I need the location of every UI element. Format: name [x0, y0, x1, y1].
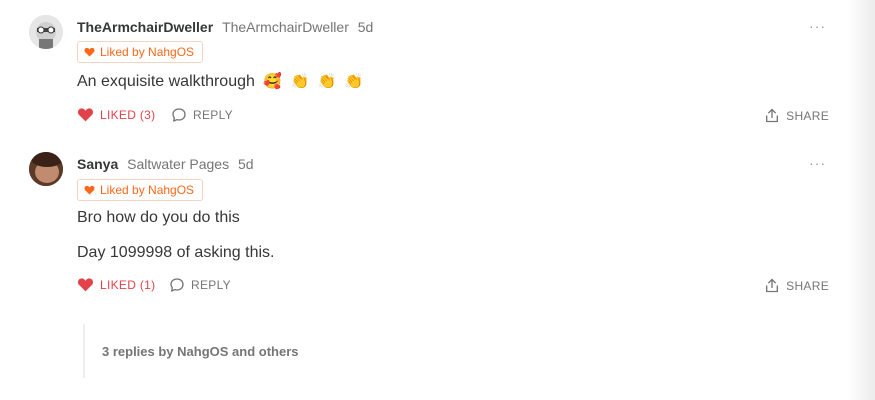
reply-label: REPLY	[193, 108, 233, 122]
page-edge-shadow	[847, 0, 875, 400]
like-button[interactable]: LIKED (3)	[77, 107, 155, 122]
liked-by-label: Liked by NahgOS	[100, 45, 195, 59]
heart-icon	[84, 185, 95, 195]
share-label: SHARE	[786, 278, 829, 293]
clapping-hands-emoji: 👏	[344, 73, 364, 90]
heart-icon	[77, 108, 94, 122]
reply-button[interactable]: REPLY	[171, 107, 233, 123]
share-icon	[766, 108, 779, 123]
comment-text-line: Day 1099998 of asking this.	[77, 244, 275, 261]
author-publication[interactable]: Saltwater Pages	[127, 156, 229, 172]
smiling-face-emoji: 🥰	[263, 73, 283, 90]
speech-bubble-icon	[172, 108, 186, 122]
replies-thread[interactable]: 3 replies by NahgOS and others	[83, 324, 485, 378]
avatar[interactable]	[29, 152, 63, 186]
heart-icon	[77, 278, 94, 292]
comment-actions: LIKED (3) REPLY SHARE	[77, 107, 829, 125]
comment-time[interactable]: 5d	[238, 156, 254, 172]
author-name[interactable]: Sanya	[77, 156, 118, 172]
more-options-icon[interactable]: ···	[809, 19, 827, 33]
replies-summary[interactable]: 3 replies by NahgOS and others	[102, 344, 299, 359]
liked-by-label: Liked by NahgOS	[100, 183, 195, 197]
like-button[interactable]: LIKED (1)	[77, 277, 155, 292]
share-button[interactable]: SHARE	[764, 107, 829, 124]
more-options-icon[interactable]: ···	[809, 156, 827, 170]
liked-by-badge: Liked by NahgOS	[77, 41, 204, 63]
heart-icon	[84, 47, 95, 57]
reply-button[interactable]: REPLY	[169, 277, 231, 293]
like-label: LIKED (3)	[100, 107, 156, 122]
comment-time[interactable]: 5d	[358, 19, 374, 35]
comment-text-line: Bro how do you do this	[77, 209, 240, 226]
share-icon	[766, 278, 779, 293]
comment-text-line: An exquisite walkthrough	[77, 73, 255, 90]
share-button[interactable]: SHARE	[764, 277, 829, 294]
clapping-hands-emoji: 👏	[290, 73, 310, 90]
speech-bubble-icon	[170, 278, 184, 292]
comment-actions: LIKED (1) REPLY SHARE	[77, 277, 829, 295]
author-publication[interactable]: TheArmchairDweller	[222, 19, 349, 35]
comment-meta: TheArmchairDweller TheArmchairDweller 5d	[77, 19, 373, 35]
comment-meta: Sanya Saltwater Pages 5d	[77, 156, 254, 172]
avatar[interactable]	[29, 15, 63, 49]
clapping-hands-emoji: 👏	[317, 73, 337, 90]
comment-text: An exquisite walkthrough 🥰 👏 👏 👏	[77, 72, 363, 91]
reply-label: REPLY	[191, 278, 231, 292]
liked-by-badge: Liked by NahgOS	[77, 179, 204, 201]
share-label: SHARE	[786, 108, 829, 123]
like-label: LIKED (1)	[100, 277, 156, 292]
author-name[interactable]: TheArmchairDweller	[77, 19, 213, 35]
